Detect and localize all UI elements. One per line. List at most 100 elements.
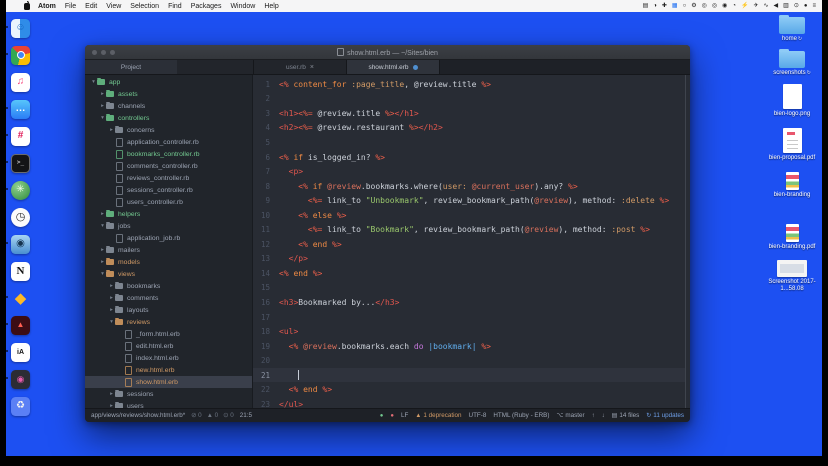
- tree-item-jobs[interactable]: ▾jobs: [85, 220, 252, 232]
- disclosure-icon[interactable]: ▸: [108, 391, 115, 397]
- dock-trash[interactable]: ♻: [11, 396, 31, 416]
- code-line-11[interactable]: 11 <%= link_to "Bookmark", review_bookma…: [253, 222, 686, 237]
- status-red[interactable]: ●: [390, 413, 394, 419]
- tree-item-controllers[interactable]: ▾controllers: [85, 112, 252, 124]
- dock-gif-app[interactable]: ◉: [11, 369, 31, 389]
- tree-item-sessions[interactable]: ▸sessions: [85, 388, 252, 400]
- code-line-10[interactable]: 10 <% else %>: [253, 208, 686, 223]
- tab-show.html.erb[interactable]: show.html.erb: [347, 60, 440, 74]
- tree-item-application_controller.rb[interactable]: application_controller.rb: [85, 136, 252, 148]
- code-line-5[interactable]: 5: [253, 135, 686, 150]
- dock-messages[interactable]: …: [11, 99, 31, 119]
- status-file-path[interactable]: app/views/reviews/show.html.erb*: [91, 412, 185, 419]
- code-line-2[interactable]: 2: [253, 92, 686, 107]
- menubar-status-icon-16[interactable]: ●: [804, 3, 808, 9]
- code-line-17[interactable]: 17: [253, 310, 686, 325]
- status-lf[interactable]: LF: [401, 412, 408, 419]
- menu-window[interactable]: Window: [230, 3, 255, 10]
- menu-help[interactable]: Help: [264, 3, 278, 10]
- code-line-13[interactable]: 13 </p>: [253, 252, 686, 267]
- menubar-status-icon-11[interactable]: ✈: [753, 3, 758, 9]
- tree-item-_form.html.erb[interactable]: _form.html.erb: [85, 328, 252, 340]
- status-master[interactable]: ⌥master: [556, 412, 584, 419]
- minimize-window-button[interactable]: [101, 50, 106, 55]
- code-line-22[interactable]: 22 <% end %>: [253, 382, 686, 397]
- menubar-status-icon-8[interactable]: ◉: [722, 3, 727, 9]
- disclosure-icon[interactable]: ▸: [99, 259, 106, 265]
- menubar-status-icon-6[interactable]: ◎: [702, 3, 707, 9]
- desktop-icon-bien-proposal-pdf[interactable]: bien-proposal.pdf: [765, 128, 819, 162]
- menubar-status-icon-15[interactable]: ⊙: [794, 3, 799, 9]
- menubar-status-icon-10[interactable]: ⚡: [741, 3, 748, 9]
- disclosure-icon[interactable]: ▸: [108, 295, 115, 301]
- tree-item-app[interactable]: ▾app: [85, 76, 252, 88]
- tree-item-bookmarks_controller.rb[interactable]: bookmarks_controller.rb: [85, 148, 252, 160]
- tree-item-show.html.erb[interactable]: show.html.erb: [85, 376, 252, 388]
- desktop-icon-screenshots[interactable]: screenshots↻: [765, 48, 819, 77]
- code-line-6[interactable]: 6<% if is_logged_in? %>: [253, 150, 686, 165]
- zoom-window-button[interactable]: [110, 50, 115, 55]
- code-line-16[interactable]: 16<h3>Bookmarked by...</h3>: [253, 295, 686, 310]
- disclosure-icon[interactable]: ▸: [99, 247, 106, 253]
- disclosure-icon[interactable]: ▸: [99, 91, 106, 97]
- code-line-9[interactable]: 9 <%= link_to "Unbookmark", review_bookm…: [253, 193, 686, 208]
- tree-item-users[interactable]: ▸users: [85, 400, 252, 408]
- tree-item-sessions_controller.rb[interactable]: sessions_controller.rb: [85, 184, 252, 196]
- status-html-ruby-erb-[interactable]: HTML (Ruby - ERB): [493, 412, 549, 419]
- menu-find[interactable]: Find: [168, 3, 182, 10]
- close-window-button[interactable]: [92, 50, 97, 55]
- tree-item-comments[interactable]: ▸comments: [85, 292, 252, 304]
- menubar-status-icon-7[interactable]: ◎: [712, 3, 717, 9]
- tree-item-users_controller.rb[interactable]: users_controller.rb: [85, 196, 252, 208]
- menubar-status-icon-13[interactable]: ◀: [774, 3, 779, 9]
- code-line-14[interactable]: 14<% end %>: [253, 266, 686, 281]
- disclosure-icon[interactable]: ▾: [99, 271, 106, 277]
- code-line-18[interactable]: 18<ul>: [253, 324, 686, 339]
- dock-slack[interactable]: #: [11, 126, 31, 146]
- status-1-deprecation[interactable]: ▲1 deprecation: [415, 412, 461, 419]
- desktop-icon-home[interactable]: home↻: [765, 14, 819, 43]
- code-line-4[interactable]: 4<h2><%= @review.restaurant %></h2>: [253, 121, 686, 136]
- disclosure-icon[interactable]: ▾: [90, 79, 97, 85]
- tab-project[interactable]: Project: [85, 60, 177, 74]
- status-green[interactable]: ●: [380, 413, 384, 419]
- menubar-status-icon-4[interactable]: ○: [683, 3, 687, 9]
- disclosure-icon[interactable]: ▸: [99, 211, 106, 217]
- dock-ia-writer[interactable]: iA: [11, 342, 31, 362]
- desktop-icon-bien-branding-pdf[interactable]: bien-branding.pdf: [765, 224, 819, 251]
- dock-music[interactable]: ♫: [11, 72, 31, 92]
- menubar-status-icon-5[interactable]: ⚙: [691, 3, 696, 9]
- status-utf-8[interactable]: UTF-8: [469, 412, 487, 419]
- menubar-status-icon-2[interactable]: ✚: [662, 3, 667, 9]
- disclosure-icon[interactable]: ▸: [99, 103, 106, 109]
- tree-item-reviews_controller.rb[interactable]: reviews_controller.rb: [85, 172, 252, 184]
- menubar-status-icon-14[interactable]: ▥: [783, 3, 789, 9]
- menu-atom[interactable]: Atom: [38, 3, 56, 10]
- dock-notion[interactable]: N: [11, 261, 31, 281]
- disclosure-icon[interactable]: ▾: [99, 115, 106, 121]
- tab-user.rb[interactable]: user.rb×: [254, 60, 347, 74]
- disclosure-icon[interactable]: ▸: [108, 127, 115, 133]
- code-line-12[interactable]: 12 <% end %>: [253, 237, 686, 252]
- disclosure-icon[interactable]: ▸: [108, 283, 115, 289]
- menu-selection[interactable]: Selection: [130, 3, 159, 10]
- tree-item-assets[interactable]: ▸assets: [85, 88, 252, 100]
- tree-item-helpers[interactable]: ▸helpers: [85, 208, 252, 220]
- tree-item-index.html.erb[interactable]: index.html.erb: [85, 352, 252, 364]
- tree-item-layouts[interactable]: ▸layouts: [85, 304, 252, 316]
- menubar-status-icon-3[interactable]: ▦: [672, 3, 678, 9]
- tree-item-edit.html.erb[interactable]: edit.html.erb: [85, 340, 252, 352]
- tree-item-comments_controller.rb[interactable]: comments_controller.rb: [85, 160, 252, 172]
- menubar-status-icon-0[interactable]: ▤: [643, 3, 649, 9]
- editor-pane[interactable]: 1<% content_for :page_title, @review.tit…: [253, 75, 690, 408]
- close-tab-icon[interactable]: ×: [310, 64, 314, 71]
- window-titlebar[interactable]: show.html.erb — ~/Sites/bien: [85, 45, 690, 60]
- menubar-status-icon-12[interactable]: ∿: [764, 3, 769, 9]
- code-line-7[interactable]: 7 <p>: [253, 164, 686, 179]
- tree-item-mailers[interactable]: ▸mailers: [85, 244, 252, 256]
- code-line-19[interactable]: 19 <% @review.bookmarks.each do |bookmar…: [253, 339, 686, 354]
- tree-item-channels[interactable]: ▸channels: [85, 100, 252, 112]
- status-14-files[interactable]: ▤14 files: [612, 412, 640, 419]
- status-icon[interactable]: ↓: [602, 413, 605, 419]
- dock-tweetbot[interactable]: ◉: [11, 234, 31, 254]
